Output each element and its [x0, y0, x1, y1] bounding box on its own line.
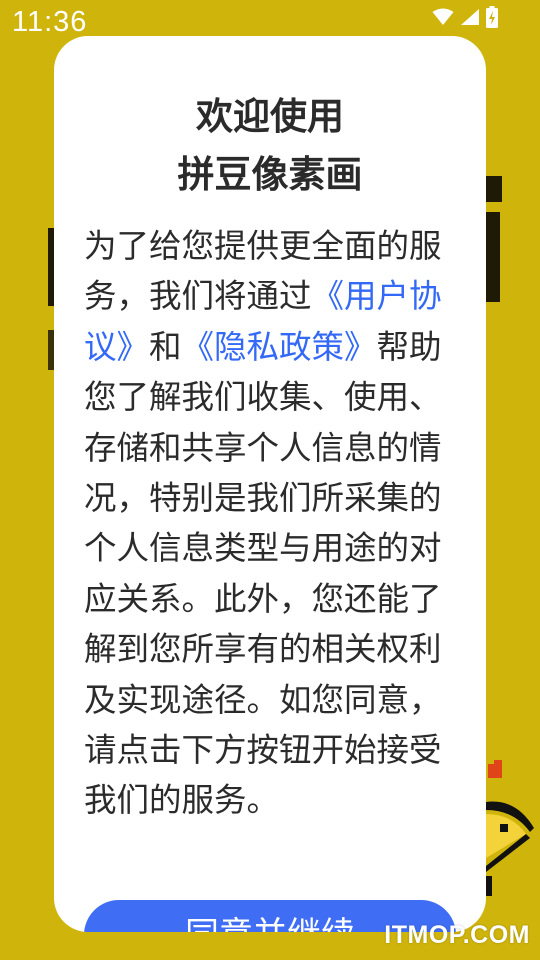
privacy-policy-link[interactable]: 《隐私政策》 [182, 328, 377, 366]
dialog-body: 为了给您提供更全面的服务，我们将通过《用户协议》和《隐私政策》帮助您了解我们收集… [84, 221, 446, 826]
battery-charging-icon [486, 6, 498, 28]
body-text-and: 和 [149, 327, 182, 366]
wifi-icon [432, 8, 454, 25]
watermark-logo: ITMOP.COM [384, 921, 530, 949]
privacy-consent-dialog: 欢迎使用 拼豆像素画 为了给您提供更全面的服务，我们将通过《用户协议》和《隐私政… [54, 36, 486, 932]
signal-icon [461, 9, 479, 25]
title-line-welcome: 欢迎使用 [196, 95, 344, 138]
background-pixel-art-right [486, 176, 502, 202]
status-time: 11:36 [12, 6, 88, 38]
dialog-title: 欢迎使用 拼豆像素画 [54, 88, 486, 204]
body-text-details: 帮助您了解我们收集、使用、存储和共享个人信息的情况，特别是我们所采集的个人信息类… [84, 327, 442, 820]
status-icons [432, 6, 498, 28]
background-pixel-character [486, 760, 534, 896]
background-pixel-art-right-2 [486, 212, 500, 302]
title-line-app-name: 拼豆像素画 [177, 153, 363, 196]
